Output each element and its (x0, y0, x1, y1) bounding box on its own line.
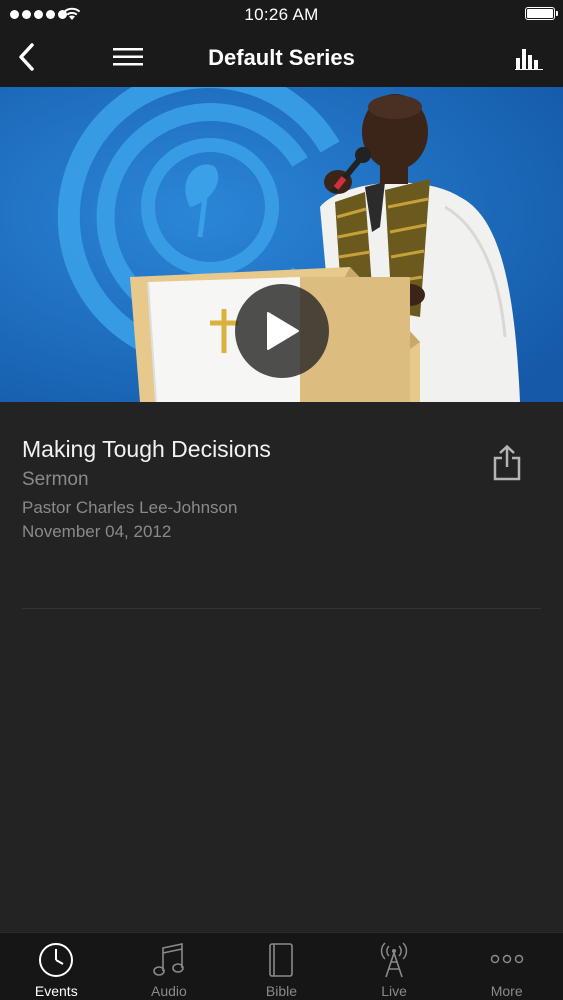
play-icon (267, 312, 299, 350)
music-note-icon (153, 943, 184, 976)
event-type: Sermon (22, 469, 89, 490)
event-details: Making Tough Decisions Sermon Pastor Cha… (0, 402, 563, 932)
book-icon (269, 943, 294, 977)
tab-label-live: Live (381, 983, 407, 999)
event-title: Making Tough Decisions (22, 436, 271, 462)
tab-label-bible: Bible (265, 983, 298, 999)
stats-button[interactable] (513, 42, 545, 74)
status-time: 10:26 AM (244, 5, 319, 24)
clock-icon (39, 943, 74, 977)
tab-events[interactable]: Events (0, 933, 113, 1000)
tab-audio[interactable]: Audio (113, 933, 226, 1000)
tab-label-more: More (490, 983, 523, 999)
divider (22, 608, 541, 609)
tab-bible[interactable]: Bible (225, 933, 338, 1000)
share-button[interactable] (488, 440, 526, 486)
event-speaker: Pastor Charles Lee-Johnson (22, 498, 238, 517)
more-dots-icon (490, 954, 523, 964)
page-title: Default Series (208, 45, 355, 70)
battery-icon (525, 7, 558, 20)
share-icon (493, 445, 521, 481)
navigation-bar: Default Series (0, 30, 563, 87)
event-date: November 04, 2012 (22, 522, 172, 541)
play-button[interactable] (235, 284, 329, 378)
tab-more[interactable]: More (450, 933, 563, 1000)
tab-label-audio: Audio (150, 983, 187, 999)
status-bar: 10:26 AM (0, 0, 563, 30)
tab-live[interactable]: Live (338, 933, 451, 1000)
broadcast-tower-icon (380, 942, 408, 978)
bar-chart-icon (515, 49, 543, 70)
video-player[interactable] (0, 87, 563, 402)
tab-label-events: Events (34, 983, 78, 999)
tab-bar: Events Audio Bible Live More (0, 932, 563, 1000)
